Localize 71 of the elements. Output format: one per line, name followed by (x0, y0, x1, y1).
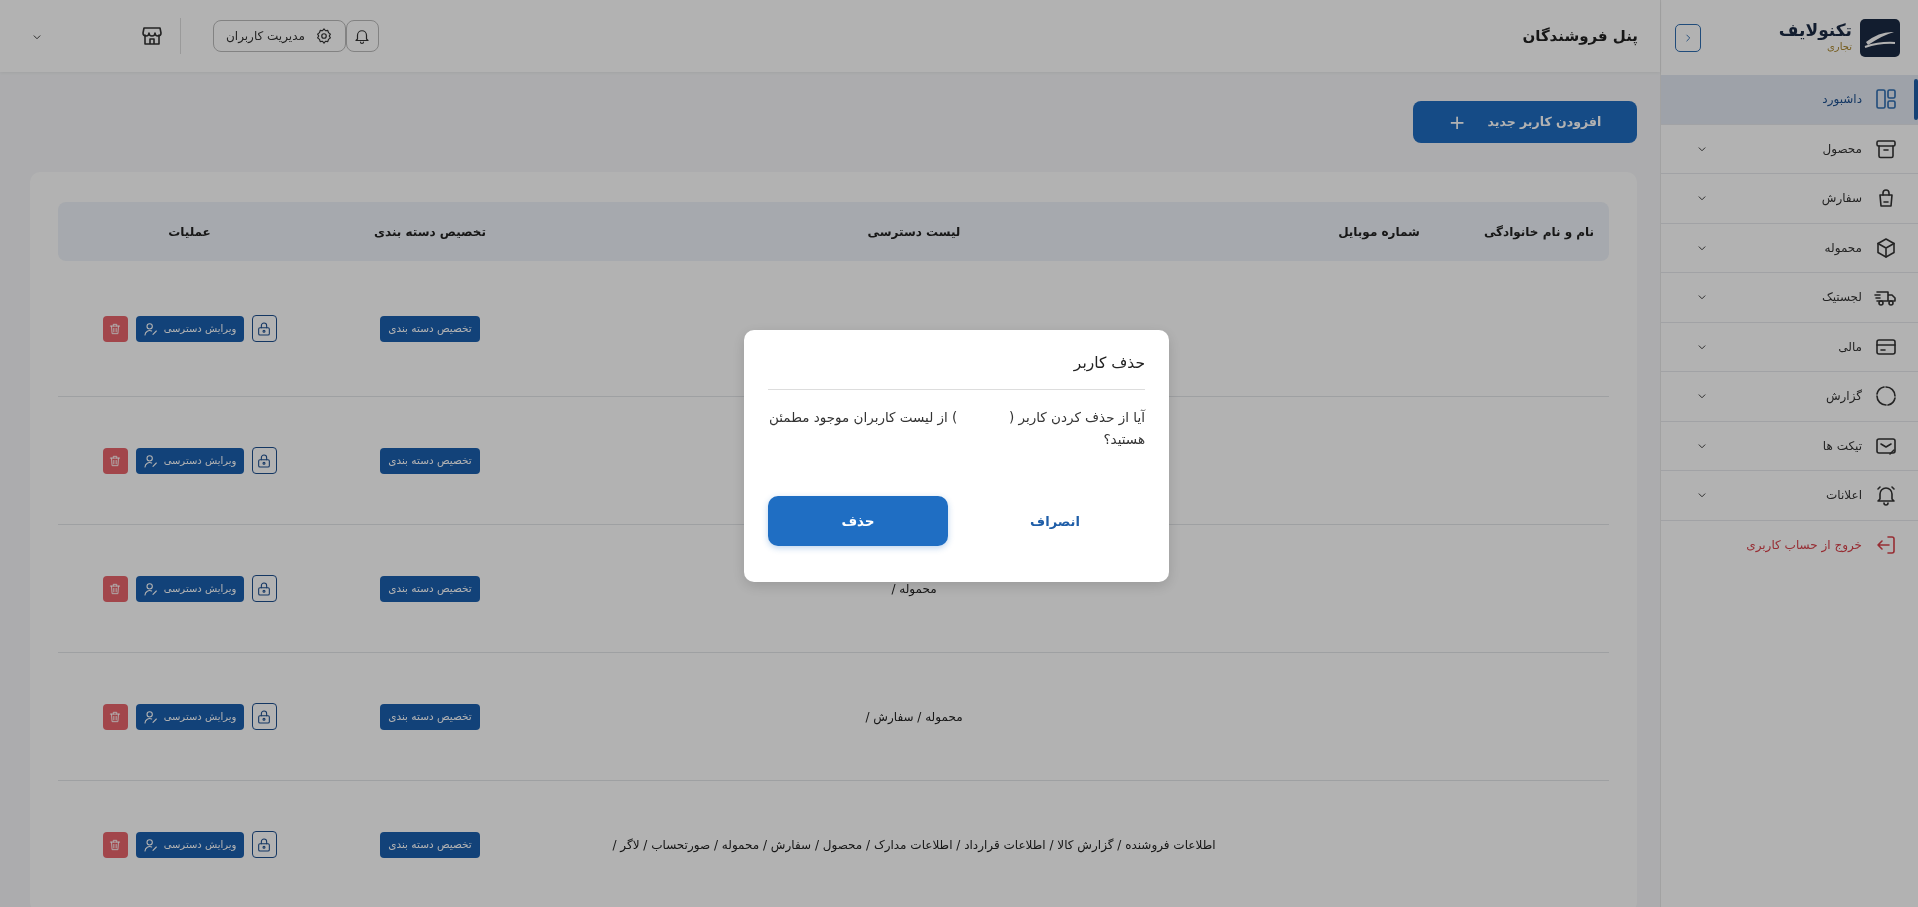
user-edit-icon (142, 708, 159, 725)
sidebar-item[interactable]: خروج از حساب کاربری (1661, 520, 1918, 570)
logo-icon (1860, 18, 1900, 57)
trash-icon (108, 581, 122, 596)
lock-icon (256, 452, 272, 469)
sidebar-item[interactable]: گزارش (1661, 372, 1918, 422)
delete-button[interactable] (102, 315, 128, 342)
column-header: لیست دسترسی (866, 223, 962, 241)
column-header: تخصیص دسته بندی (372, 223, 488, 241)
lock-button[interactable] (251, 831, 277, 858)
edit-access-button[interactable]: ویرایش دسترسی (135, 315, 244, 342)
delete-button[interactable] (102, 575, 128, 602)
lock-button[interactable] (251, 447, 277, 474)
brand-name: تکنولایف (1778, 20, 1852, 40)
lock-button[interactable] (251, 315, 277, 342)
user-edit-icon (142, 452, 159, 469)
lock-icon (256, 580, 272, 597)
package-icon (1874, 235, 1898, 260)
dialog-message: آیا از حذف کردن کاربر ( ) از لیست کاربران موجود مطمئن هستید؟ (768, 408, 1145, 450)
bell-icon (353, 27, 372, 45)
trash-icon (108, 709, 122, 724)
access-list-text: محموله / (891, 580, 937, 598)
sidebar-item[interactable]: محموله (1661, 223, 1918, 273)
column-header: عملیات (167, 223, 212, 241)
sidebar-item[interactable]: اعلانات (1661, 471, 1918, 521)
brand-tagline: تجاری (1826, 40, 1852, 55)
lock-icon (256, 320, 272, 337)
edit-access-button[interactable]: ویرایش دسترسی (135, 447, 244, 474)
delete-button[interactable] (102, 831, 128, 858)
sidebar-item[interactable]: تیکت ها (1661, 421, 1918, 471)
sidebar-item[interactable]: داشبورد (1661, 75, 1918, 125)
dashboard-icon (1874, 87, 1898, 112)
assign-category-button[interactable]: تخصیص دسته بندی (380, 315, 480, 342)
user-edit-icon (142, 580, 159, 597)
lock-icon (256, 708, 272, 725)
sidebar-item[interactable]: محصول (1661, 124, 1918, 174)
bell-icon (1874, 483, 1898, 508)
lock-icon (256, 836, 272, 853)
user-edit-icon (142, 320, 159, 337)
edit-access-button[interactable]: ویرایش دسترسی (135, 575, 244, 602)
notification-button[interactable] (345, 20, 379, 52)
cancel-button[interactable]: انصراف (965, 510, 1145, 532)
edit-access-button[interactable]: ویرایش دسترسی (135, 831, 244, 858)
trash-icon (108, 453, 122, 468)
delete-button[interactable] (102, 703, 128, 730)
assign-category-button[interactable]: تخصیص دسته بندی (380, 703, 480, 730)
settings-icon (314, 27, 333, 45)
column-header: نام و نام خانوادگی (1482, 223, 1596, 241)
sidebar-item[interactable]: مالی (1661, 322, 1918, 372)
page-title: پنل فروشندگان (1522, 25, 1638, 48)
delete-button[interactable] (102, 447, 128, 474)
add-user-button[interactable]: افزودن کاربر جدید + (1413, 101, 1637, 143)
sidebar-item[interactable]: لجستیک (1661, 273, 1918, 323)
assign-category-button[interactable]: تخصیص دسته بندی (380, 831, 480, 858)
circle-chart-icon (1874, 384, 1898, 409)
delete-confirm-button[interactable]: حذف (768, 496, 948, 547)
access-list-text: اطلاعات فروشنده / گزارش کالا / اطلاعات قرارداد / اطلاعات مدارک / محصول / سفارش / محموله / صورتحساب / لاگر / (612, 836, 1216, 854)
collapse-button[interactable] (1675, 23, 1701, 52)
user-management-button[interactable]: مدیریت کاربران (213, 20, 346, 52)
assign-category-button[interactable]: تخصیص دسته بندی (380, 447, 480, 474)
trash-icon (108, 837, 122, 852)
lock-button[interactable] (251, 703, 277, 730)
lock-button[interactable] (251, 575, 277, 602)
dialog-title: حذف کاربر (1072, 353, 1145, 374)
column-header: شماره موبایل (1337, 223, 1421, 241)
user-edit-icon (142, 836, 159, 853)
access-list-text: محموله / سفارش / (865, 708, 963, 726)
edit-access-button[interactable]: ویرایش دسترسی (135, 703, 244, 730)
sidebar-item[interactable]: سفارش (1661, 174, 1918, 224)
trash-icon (108, 321, 122, 336)
assign-category-button[interactable]: تخصیص دسته بندی (380, 575, 480, 602)
